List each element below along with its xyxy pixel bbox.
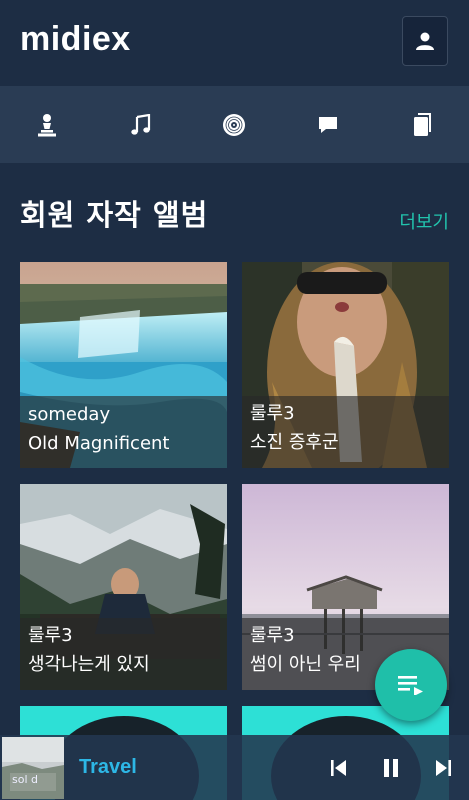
category-nav [0, 86, 469, 163]
playlist-icon [398, 676, 423, 695]
track-cover: sol d [2, 737, 64, 799]
album-card[interactable]: 룰루3 생각나는게 있지 [20, 484, 227, 690]
vinyl-disc-icon [223, 113, 246, 136]
pause-button[interactable] [376, 753, 406, 783]
skip-next-icon [436, 760, 451, 776]
app-logo[interactable]: midiex [20, 20, 131, 59]
svg-text:sol d: sol d [12, 773, 38, 786]
pause-icon [384, 759, 398, 777]
album-artist: someday [28, 404, 111, 425]
notebook-icon [414, 112, 432, 136]
skip-previous-icon [331, 760, 346, 776]
album-title: 생각나는게 있지 [28, 654, 150, 675]
playlist-fab[interactable] [375, 649, 447, 721]
album-card[interactable]: 룰루3 소진 증후군 [242, 262, 449, 468]
nav-item-notebook[interactable] [375, 86, 469, 163]
nav-item-disc[interactable] [188, 86, 282, 163]
album-artist: 룰루3 [28, 625, 73, 646]
section-title: 회원 자작 앨범 [20, 198, 209, 232]
nav-item-chess[interactable] [0, 86, 94, 163]
album-artist: 룰루3 [250, 403, 295, 424]
more-link[interactable]: 더보기 [399, 208, 449, 234]
next-button[interactable] [428, 753, 458, 783]
music-note-icon [130, 113, 150, 135]
player-thumbnail[interactable]: sol d [2, 737, 64, 799]
track-title: Travel [79, 756, 137, 778]
profile-button[interactable] [402, 16, 448, 66]
album-title: 소진 증후군 [250, 432, 339, 453]
nav-item-chat[interactable] [281, 86, 375, 163]
mini-player[interactable]: sol d Travel [0, 735, 469, 800]
top-bar: midiex [0, 0, 469, 86]
album-card[interactable]: someday Old Magnificent [20, 262, 227, 468]
album-title: Old Magnificent [28, 433, 170, 454]
previous-button[interactable] [324, 753, 354, 783]
chat-bubble-icon [319, 116, 338, 133]
nav-item-music[interactable] [94, 86, 188, 163]
chess-pawn-icon [37, 113, 56, 136]
album-artist: 룰루3 [250, 625, 295, 646]
album-title: 썸이 아닌 우리 [250, 654, 361, 675]
user-icon [416, 32, 434, 50]
